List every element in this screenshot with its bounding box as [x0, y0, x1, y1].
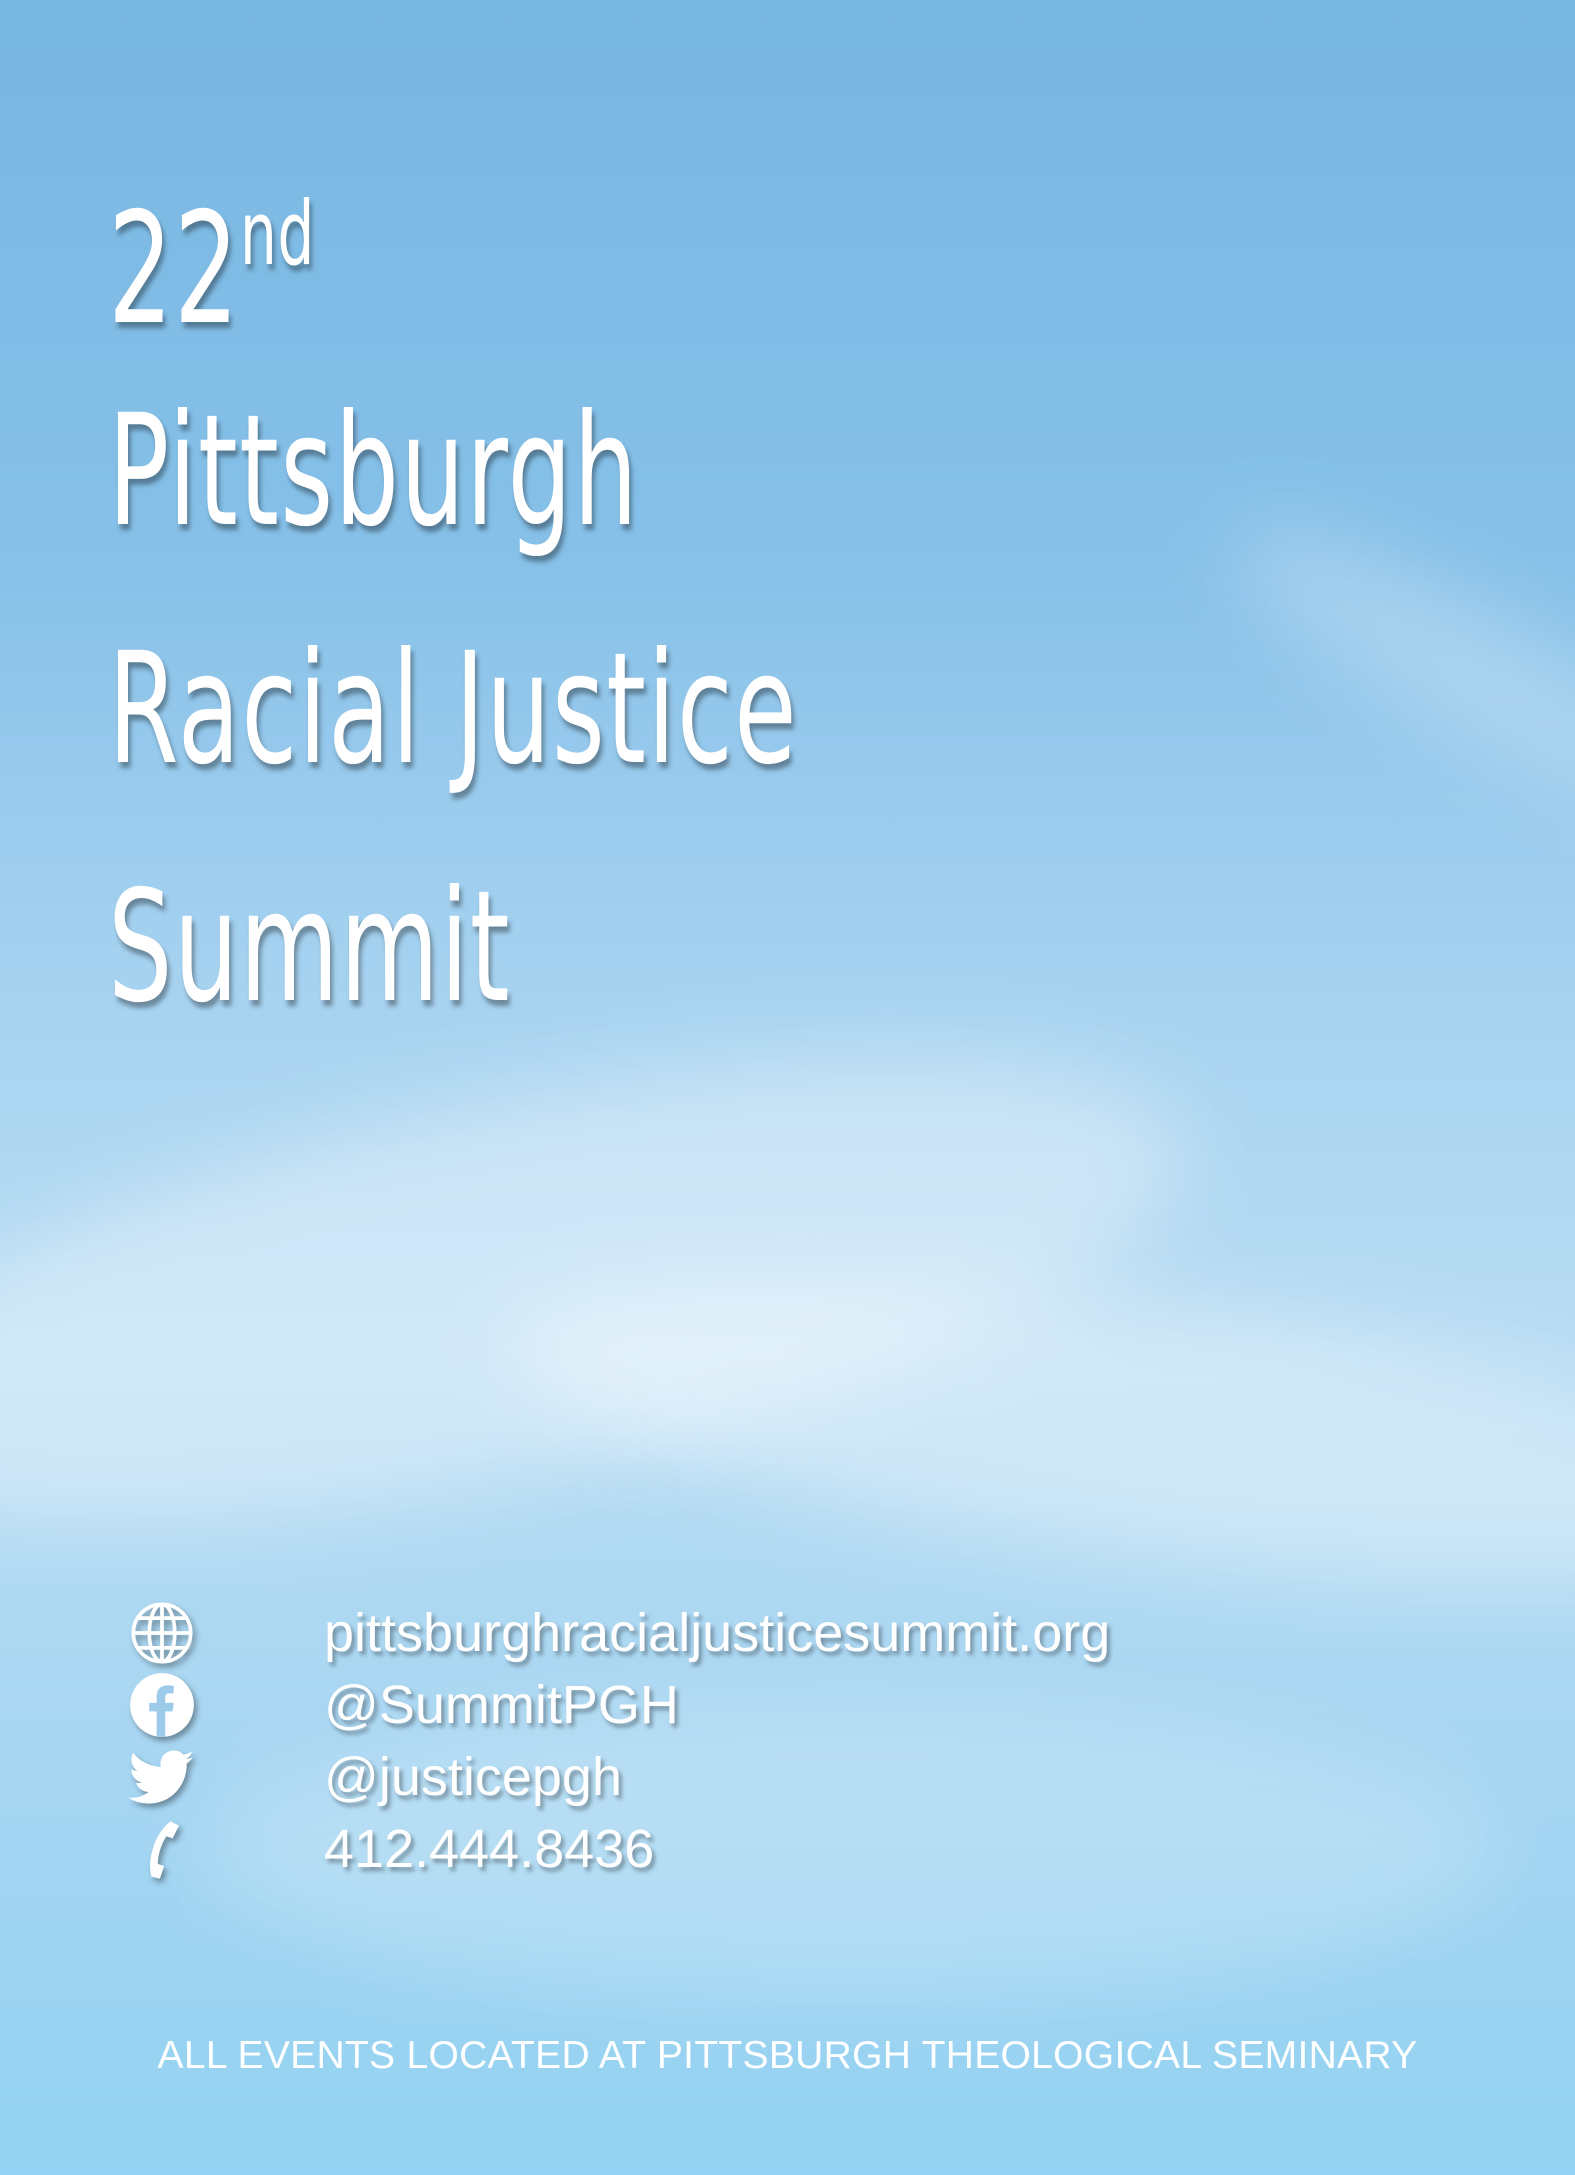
title-line-summit: Summit: [108, 858, 511, 1037]
twitter-icon: [128, 1741, 208, 1813]
contact-facebook[interactable]: @SummitPGH: [128, 1669, 679, 1741]
title-ordinal: 22nd: [108, 115, 798, 359]
facebook-handle[interactable]: @SummitPGH: [324, 1674, 679, 1736]
phone-icon: [128, 1813, 208, 1885]
title-line-pittsburgh: Pittsburgh: [108, 382, 640, 561]
contact-website[interactable]: pittsburghracialjusticesummit.org: [128, 1597, 1110, 1669]
venue-footer: ALL EVENTS LOCATED AT PITTSBURGH THEOLOG…: [157, 2034, 1418, 2077]
phone-number[interactable]: 412.444.8436: [324, 1818, 654, 1880]
ordinal-number: 22: [108, 180, 240, 359]
twitter-handle[interactable]: @justicepgh: [324, 1746, 622, 1808]
ordinal-suffix: nd: [239, 182, 315, 285]
website-link[interactable]: pittsburghracialjusticesummit.org: [324, 1602, 1110, 1664]
title-line-racial-justice: Racial Justice: [108, 620, 798, 799]
summit-title: 22nd Pittsburgh Racial Justice Summit: [108, 115, 1153, 1067]
contact-twitter[interactable]: @justicepgh: [128, 1741, 622, 1813]
facebook-icon: [128, 1669, 208, 1741]
contact-list: pittsburghracialjusticesummit.org @Summi…: [128, 1597, 1110, 1885]
globe-icon: [128, 1597, 208, 1669]
contact-phone[interactable]: 412.444.8436: [128, 1813, 654, 1885]
